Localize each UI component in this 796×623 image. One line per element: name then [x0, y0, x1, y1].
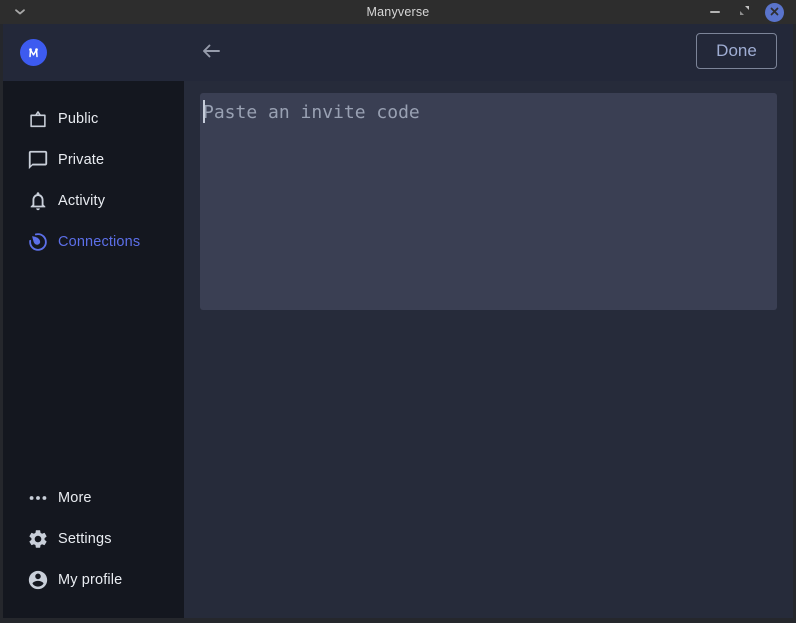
sidebar-item-my-profile[interactable]: My profile: [3, 559, 184, 600]
window-controls: [707, 0, 784, 24]
bell-icon: [26, 189, 50, 213]
sidebar-bottom-group: More Settings: [3, 477, 184, 618]
main-content: [184, 81, 793, 618]
sidebar-item-settings[interactable]: Settings: [3, 518, 184, 559]
sidebar-item-label: Settings: [58, 531, 112, 547]
minimize-icon: [710, 11, 720, 13]
back-button[interactable]: [197, 39, 225, 67]
sidebar-item-label: Public: [58, 111, 98, 127]
sidebar-item-label: Connections: [58, 234, 140, 250]
sidebar-item-private[interactable]: Private: [3, 139, 184, 180]
sidebar-item-label: Private: [58, 152, 104, 168]
window-title: Manyverse: [0, 0, 796, 24]
os-titlebar: Manyverse: [0, 0, 796, 24]
minimize-button[interactable]: [707, 4, 723, 20]
invite-code-input[interactable]: [200, 93, 777, 310]
close-icon: [770, 3, 779, 21]
sidebar-item-label: Activity: [58, 193, 105, 209]
sidebar-item-label: More: [58, 490, 92, 506]
bulletin-board-icon: [26, 107, 50, 131]
sidebar: Public Private A: [3, 81, 184, 618]
account-circle-icon: [26, 568, 50, 592]
gear-icon: [26, 527, 50, 551]
app-body: Public Private A: [3, 81, 793, 618]
manyverse-window: Manyverse: [0, 0, 796, 623]
app-header: Done: [3, 24, 793, 81]
sidebar-item-connections[interactable]: Connections: [3, 221, 184, 262]
restore-window-button[interactable]: [736, 4, 752, 20]
sidebar-item-activity[interactable]: Activity: [3, 180, 184, 221]
sidebar-spacer: [3, 262, 184, 477]
app-root: Done Public: [3, 24, 793, 618]
sidebar-item-more[interactable]: More: [3, 477, 184, 518]
close-button[interactable]: [765, 3, 784, 22]
arrow-left-icon: [201, 43, 221, 64]
sidebar-item-label: My profile: [58, 572, 122, 588]
chevron-down-icon: [14, 3, 26, 21]
sidebar-item-public[interactable]: Public: [3, 98, 184, 139]
network-icon: [26, 230, 50, 254]
message-bubble-icon: [26, 148, 50, 172]
ellipsis-icon: [26, 486, 50, 510]
window-menu-button[interactable]: [13, 5, 27, 19]
restore-window-icon: [739, 3, 750, 21]
done-button[interactable]: Done: [696, 33, 777, 69]
manyverse-logo-icon: [20, 39, 47, 66]
